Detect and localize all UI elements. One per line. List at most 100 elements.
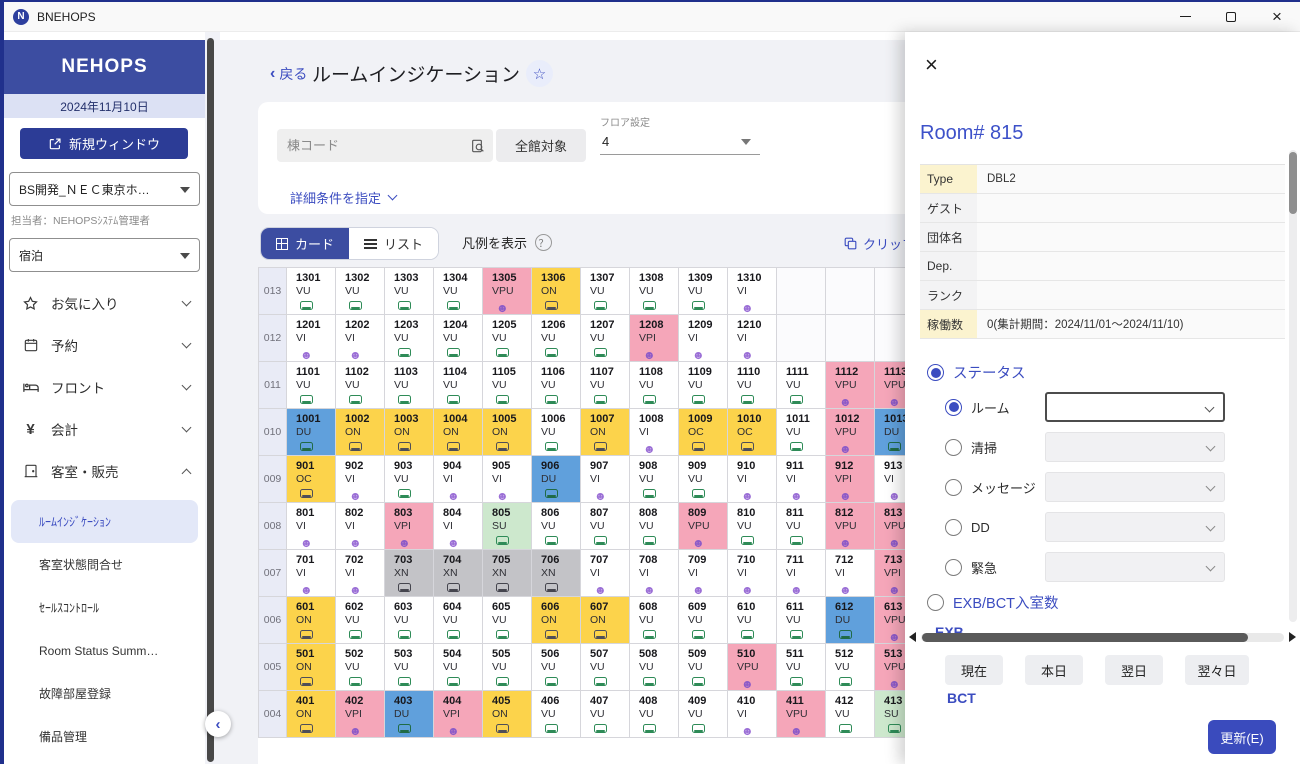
- room-cell-408[interactable]: 408VU: [630, 691, 679, 738]
- room-cell-1307[interactable]: 1307VU: [581, 268, 630, 315]
- sidebar-subitem-0[interactable]: ﾙｰﾑｲﾝｼﾞｹｰｼｮﾝ: [11, 500, 198, 543]
- radio-unchecked-icon[interactable]: [945, 439, 962, 456]
- room-cell-1010[interactable]: 1010OC: [728, 409, 777, 456]
- room-cell-909[interactable]: 909VU: [679, 456, 728, 503]
- room-cell-1206[interactable]: 1206VU: [532, 315, 581, 362]
- room-cell-504[interactable]: 504VU: [434, 644, 483, 691]
- room-cell-404[interactable]: 404VPI: [434, 691, 483, 738]
- status-option-dropdown[interactable]: [1045, 512, 1225, 542]
- room-cell-1005[interactable]: 1005ON: [483, 409, 532, 456]
- room-cell-1008[interactable]: 1008VI: [630, 409, 679, 456]
- room-cell-1305[interactable]: 1305VPU: [483, 268, 532, 315]
- building-code-input[interactable]: [277, 138, 470, 153]
- room-cell-606[interactable]: 606ON: [532, 597, 581, 644]
- room-cell-403[interactable]: 403DU: [385, 691, 434, 738]
- sidebar-item-0[interactable]: お気に入り: [4, 282, 205, 324]
- room-cell-402[interactable]: 402VPI: [336, 691, 385, 738]
- scrollbar-thumb[interactable]: [922, 633, 1248, 642]
- room-cell-407[interactable]: 407VU: [581, 691, 630, 738]
- room-cell-711[interactable]: 711VI: [777, 550, 826, 597]
- status-option-dropdown[interactable]: [1045, 392, 1225, 422]
- radio-checked-icon[interactable]: [945, 399, 962, 416]
- room-cell-1210[interactable]: 1210VI: [728, 315, 777, 362]
- room-cell-712[interactable]: 712VI: [826, 550, 875, 597]
- room-cell-406[interactable]: 406VU: [532, 691, 581, 738]
- room-cell-1306[interactable]: 1306ON: [532, 268, 581, 315]
- room-cell-409[interactable]: 409VU: [679, 691, 728, 738]
- room-cell-911[interactable]: 911VI: [777, 456, 826, 503]
- building-search-icon[interactable]: [470, 138, 486, 154]
- room-cell-804[interactable]: 804VI: [434, 503, 483, 550]
- room-cell-810[interactable]: 810VU: [728, 503, 777, 550]
- room-cell-1308[interactable]: 1308VU: [630, 268, 679, 315]
- room-cell-901[interactable]: 901OC: [287, 456, 336, 503]
- radio-unchecked-icon[interactable]: [945, 479, 962, 496]
- room-cell-805[interactable]: 805SU: [483, 503, 532, 550]
- room-cell-607[interactable]: 607ON: [581, 597, 630, 644]
- room-cell-411[interactable]: 411VPU: [777, 691, 826, 738]
- room-cell-1208[interactable]: 1208VPI: [630, 315, 679, 362]
- room-cell-904[interactable]: 904VI: [434, 456, 483, 503]
- back-button[interactable]: ‹ 戻る: [270, 64, 307, 84]
- sidebar-scrollbar[interactable]: [207, 38, 214, 762]
- room-cell-1204[interactable]: 1204VU: [434, 315, 483, 362]
- room-cell-410[interactable]: 410VI: [728, 691, 777, 738]
- room-cell-1107[interactable]: 1107VU: [581, 362, 630, 409]
- room-cell-501[interactable]: 501ON: [287, 644, 336, 691]
- room-cell-801[interactable]: 801VI: [287, 503, 336, 550]
- sidebar-item-2[interactable]: フロント: [4, 366, 205, 408]
- room-cell-605[interactable]: 605VU: [483, 597, 532, 644]
- sidebar-collapse-button[interactable]: ‹: [205, 711, 231, 737]
- room-cell-511[interactable]: 511VU: [777, 644, 826, 691]
- room-cell-1009[interactable]: 1009OC: [679, 409, 728, 456]
- room-cell-903[interactable]: 903VU: [385, 456, 434, 503]
- all-buildings-button[interactable]: 全館対象: [496, 129, 586, 162]
- room-cell-405[interactable]: 405ON: [483, 691, 532, 738]
- room-cell-1002[interactable]: 1002ON: [336, 409, 385, 456]
- room-cell-611[interactable]: 611VU: [777, 597, 826, 644]
- room-cell-1303[interactable]: 1303VU: [385, 268, 434, 315]
- sidebar-subitem-2[interactable]: ｾｰﾙｽｺﾝﾄﾛｰﾙ: [11, 586, 198, 629]
- status-option-dropdown[interactable]: [1045, 472, 1225, 502]
- room-cell-702[interactable]: 702VI: [336, 550, 385, 597]
- room-cell-602[interactable]: 602VU: [336, 597, 385, 644]
- room-cell-705[interactable]: 705XN: [483, 550, 532, 597]
- status-option-dropdown[interactable]: [1045, 552, 1225, 582]
- room-cell-707[interactable]: 707VI: [581, 550, 630, 597]
- room-cell-908[interactable]: 908VU: [630, 456, 679, 503]
- room-cell-1109[interactable]: 1109VU: [679, 362, 728, 409]
- room-cell-1011[interactable]: 1011VU: [777, 409, 826, 456]
- room-cell-1111[interactable]: 1111VU: [777, 362, 826, 409]
- room-cell-1103[interactable]: 1103VU: [385, 362, 434, 409]
- room-cell-902[interactable]: 902VI: [336, 456, 385, 503]
- scrollbar-track[interactable]: [921, 633, 1284, 642]
- status-option-dropdown[interactable]: [1045, 432, 1225, 462]
- room-cell-509[interactable]: 509VU: [679, 644, 728, 691]
- building-code-field[interactable]: [277, 129, 493, 162]
- room-cell-907[interactable]: 907VI: [581, 456, 630, 503]
- room-cell-803[interactable]: 803VPI: [385, 503, 434, 550]
- sidebar-subitem-3[interactable]: Room Status Summ…: [11, 629, 198, 672]
- room-cell-604[interactable]: 604VU: [434, 597, 483, 644]
- room-cell-1004[interactable]: 1004ON: [434, 409, 483, 456]
- scrollbar-thumb[interactable]: [1289, 152, 1297, 214]
- room-cell-1105[interactable]: 1105VU: [483, 362, 532, 409]
- room-cell-1203[interactable]: 1203VU: [385, 315, 434, 362]
- day-button-1[interactable]: 本日: [1025, 655, 1083, 685]
- room-cell-1007[interactable]: 1007ON: [581, 409, 630, 456]
- room-cell-808[interactable]: 808VU: [630, 503, 679, 550]
- sidebar-subitem-4[interactable]: 故障部屋登録: [11, 672, 198, 715]
- room-cell-503[interactable]: 503VU: [385, 644, 434, 691]
- room-cell-612[interactable]: 612DU: [826, 597, 875, 644]
- new-window-button[interactable]: 新規ウィンドウ: [20, 128, 188, 159]
- room-cell-401[interactable]: 401ON: [287, 691, 336, 738]
- day-button-2[interactable]: 翌日: [1105, 655, 1163, 685]
- exb-section-radio[interactable]: EXB/BCT入室数: [927, 592, 1059, 613]
- room-cell-701[interactable]: 701VI: [287, 550, 336, 597]
- room-cell-609[interactable]: 609VU: [679, 597, 728, 644]
- room-cell-1205[interactable]: 1205VU: [483, 315, 532, 362]
- room-cell-910[interactable]: 910VI: [728, 456, 777, 503]
- room-cell-610[interactable]: 610VU: [728, 597, 777, 644]
- category-select[interactable]: 宿泊: [9, 238, 200, 272]
- radio-unchecked-icon[interactable]: [945, 519, 962, 536]
